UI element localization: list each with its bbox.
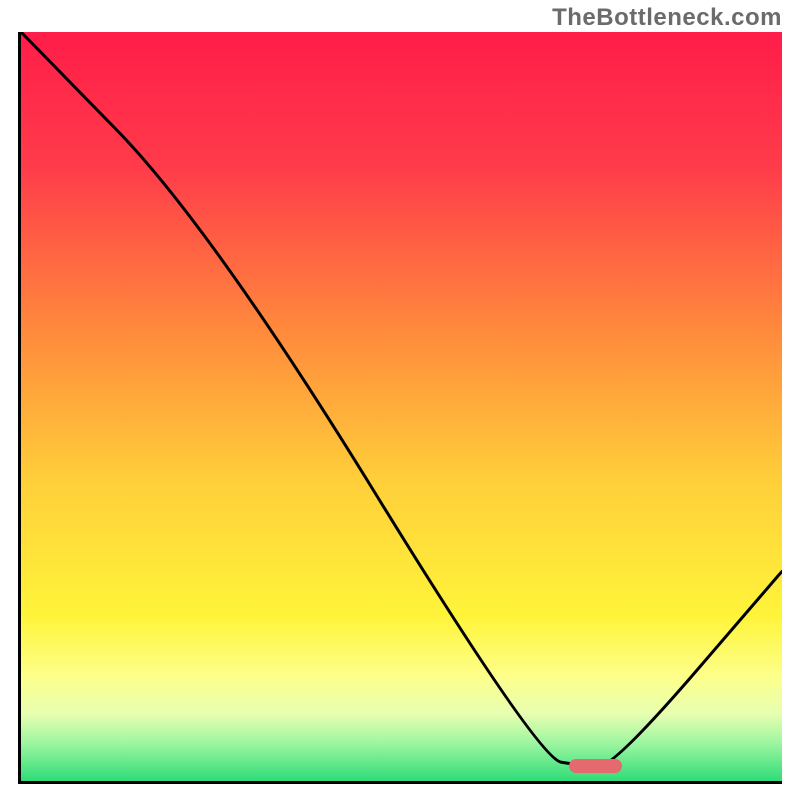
plot-area [18,32,782,784]
watermark-text: TheBottleneck.com [552,4,782,32]
optimal-marker [569,759,622,773]
bottleneck-curve [21,32,782,781]
